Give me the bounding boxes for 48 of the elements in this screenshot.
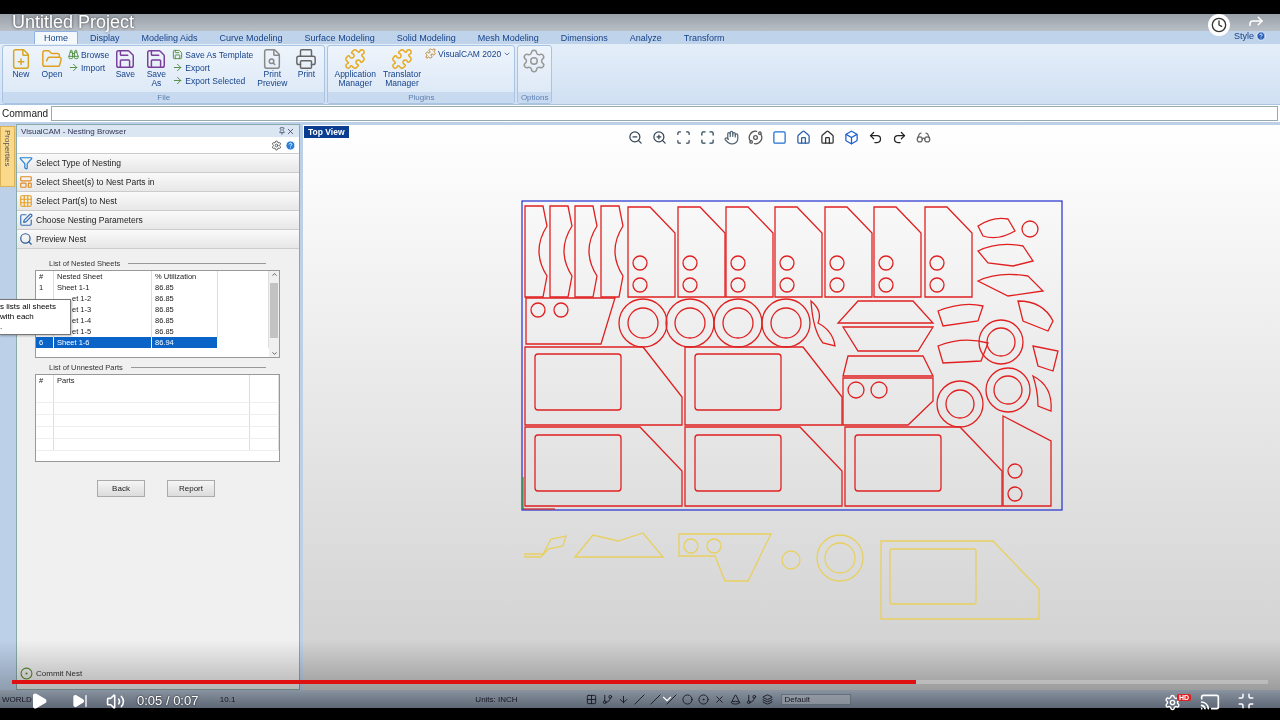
command-label: Command <box>1 108 49 119</box>
nesting-step[interactable]: Select Type of Nesting <box>17 154 299 173</box>
nesting-step[interactable]: Select Part(s) to Nest <box>17 192 299 211</box>
nesting-step[interactable]: Select Sheet(s) to Nest Parts in <box>17 173 299 192</box>
ribbon-button[interactable]: Application Manager <box>331 48 380 88</box>
status-field: Units: INCH <box>475 694 518 704</box>
ribbon-button[interactable]: Export <box>172 62 254 73</box>
ribbon-tab[interactable]: Display <box>80 31 130 44</box>
ribbon-tab[interactable]: Surface Modeling <box>294 31 385 44</box>
ribbon-button[interactable]: Export Selected <box>172 75 254 86</box>
video-time: 0:05 / 0:07 <box>137 693 199 708</box>
ribbon-button[interactable]: Browse <box>68 49 110 60</box>
ribbon-tab[interactable]: Transform <box>673 31 735 44</box>
nesting-step[interactable]: Preview Nest <box>17 230 299 249</box>
ribbon-button[interactable]: Save As Template <box>172 49 254 60</box>
ribbon-button[interactable]: Print <box>291 48 322 79</box>
group-label: Options <box>518 92 552 103</box>
ribbon-tab[interactable]: Home <box>34 31 78 44</box>
ribbon-button[interactable]: Print Preview <box>254 48 291 88</box>
group-label: Plugins <box>328 92 515 103</box>
ribbon-button[interactable]: Save <box>110 48 141 79</box>
panel-title: VisualCAM - Nesting Browser <box>21 126 128 136</box>
ribbon-button[interactable]: Translator Manager <box>380 48 424 88</box>
ribbon-tab[interactable]: Mesh Modeling <box>467 31 549 44</box>
ribbon-tab[interactable]: Solid Modeling <box>386 31 466 44</box>
ribbon-tab[interactable]: Dimensions <box>550 31 618 44</box>
video-title: Untitled Project <box>12 12 135 33</box>
commit-label[interactable]: Commit Nest <box>36 669 83 678</box>
style-menu[interactable]: Style <box>1234 31 1254 41</box>
plugin-dropdown[interactable]: VisualCAM 2020 <box>425 48 512 59</box>
tooltip-text: with each <box>0 312 35 322</box>
panel-button[interactable]: Back <box>97 480 145 497</box>
ribbon-button[interactable]: Save As <box>141 48 172 88</box>
tooltip-text: . <box>0 322 4 332</box>
ribbon-tab[interactable]: Modeling Aids <box>131 31 208 44</box>
view-label: Top View <box>304 126 349 138</box>
ribbon-button[interactable]: New <box>6 48 36 79</box>
ribbon-button[interactable]: Open <box>37 48 67 79</box>
ribbon-tab[interactable]: Analyze <box>619 31 672 44</box>
nesting-step[interactable]: Choose Nesting Parameters <box>17 211 299 230</box>
panel-button[interactable]: Report <box>167 480 215 497</box>
ribbon-tab[interactable]: Curve Modeling <box>209 31 293 44</box>
group-label: File <box>3 92 325 103</box>
side-tab[interactable]: Properties <box>0 126 15 187</box>
layer-dropdown[interactable]: Default <box>780 693 851 705</box>
status-field: WORLD <box>2 694 32 704</box>
status-field: 10.1 <box>219 694 236 704</box>
ribbon-button[interactable]: Import <box>68 62 110 73</box>
